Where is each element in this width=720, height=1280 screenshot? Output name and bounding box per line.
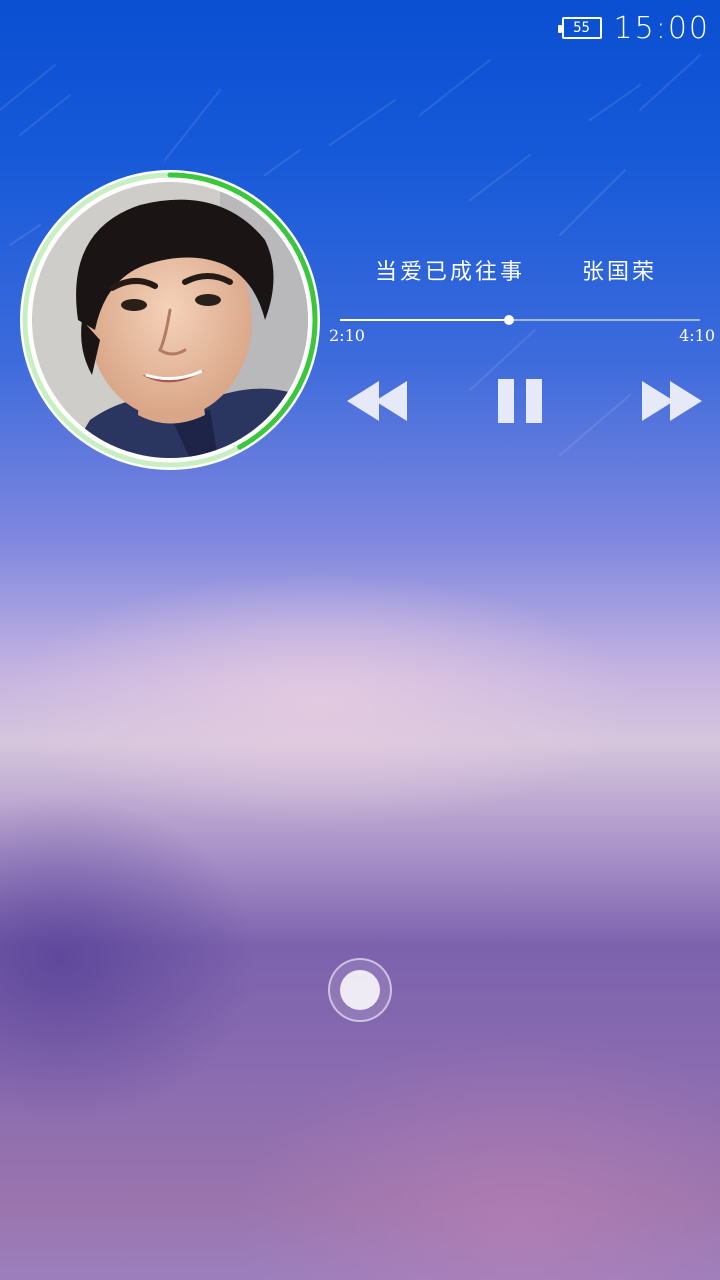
pause-button[interactable] <box>484 373 556 429</box>
status-clock: 15:00 <box>613 10 710 46</box>
next-button[interactable] <box>634 373 706 429</box>
status-bar: 55 15:00 <box>557 10 710 46</box>
song-artist: 张国荣 <box>582 260 658 285</box>
progress-fill <box>340 319 509 321</box>
battery-level: 55 <box>573 20 590 36</box>
time-total: 4:10 <box>679 326 715 345</box>
song-info: 当爱已成往事 张国荣 <box>340 250 710 290</box>
home-button[interactable] <box>328 958 392 1022</box>
time-elapsed: 2:10 <box>329 326 365 345</box>
progress-slider[interactable] <box>340 312 700 328</box>
fast-forward-icon <box>642 381 702 421</box>
rewind-icon <box>347 381 407 421</box>
pause-icon <box>498 379 542 423</box>
home-button-dot <box>340 970 380 1010</box>
progress-knob[interactable] <box>504 315 514 325</box>
album-art-image <box>20 170 320 470</box>
song-title: 当爱已成往事 <box>375 260 526 285</box>
previous-button[interactable] <box>343 373 415 429</box>
album-art <box>20 170 320 470</box>
battery-icon: 55 <box>557 17 602 39</box>
